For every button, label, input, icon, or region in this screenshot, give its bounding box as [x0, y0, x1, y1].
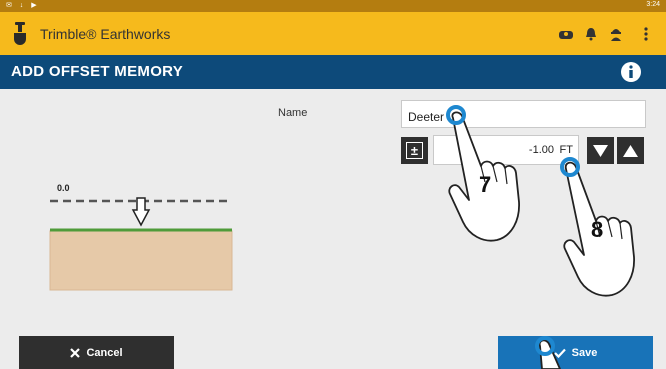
step-7-label: 7: [479, 172, 492, 197]
offset-unit: FT: [559, 144, 573, 156]
triangle-up-icon: [623, 144, 638, 157]
save-button[interactable]: Save: [498, 336, 653, 369]
info-icon[interactable]: [620, 61, 642, 83]
trimble-shovel-logo-icon: [14, 22, 26, 45]
elevation-label: 0.0: [57, 183, 70, 193]
app-title: Trimble® Earthworks: [40, 26, 171, 42]
plus-minus-button[interactable]: ±: [401, 137, 428, 164]
app-bar: Trimble® Earthworks: [0, 12, 666, 55]
machine-icon[interactable]: [556, 24, 576, 44]
alarm-bell-icon[interactable]: [581, 24, 601, 44]
status-bar: ✉ ↓ ▶ 3:24: [0, 0, 666, 12]
save-label: Save: [571, 346, 598, 359]
step-8-label: 8: [591, 217, 604, 242]
tap-hand-icon: [535, 336, 561, 369]
system-notification-icons: ✉ ↓ ▶: [6, 2, 40, 9]
offset-value: -1.00: [528, 144, 554, 156]
status-clock: 3:24: [646, 1, 660, 8]
page-header: ADD OFFSET MEMORY: [0, 55, 666, 89]
plus-minus-label: ±: [406, 142, 423, 159]
close-icon: [70, 347, 81, 358]
triangle-down-icon: [593, 144, 608, 157]
name-label: Name: [278, 107, 308, 119]
operator-icon[interactable]: [606, 24, 626, 44]
cancel-button[interactable]: Cancel: [19, 336, 174, 369]
more-vertical-icon[interactable]: [636, 24, 656, 44]
page-title: ADD OFFSET MEMORY: [11, 63, 184, 80]
cancel-label: Cancel: [86, 346, 123, 359]
